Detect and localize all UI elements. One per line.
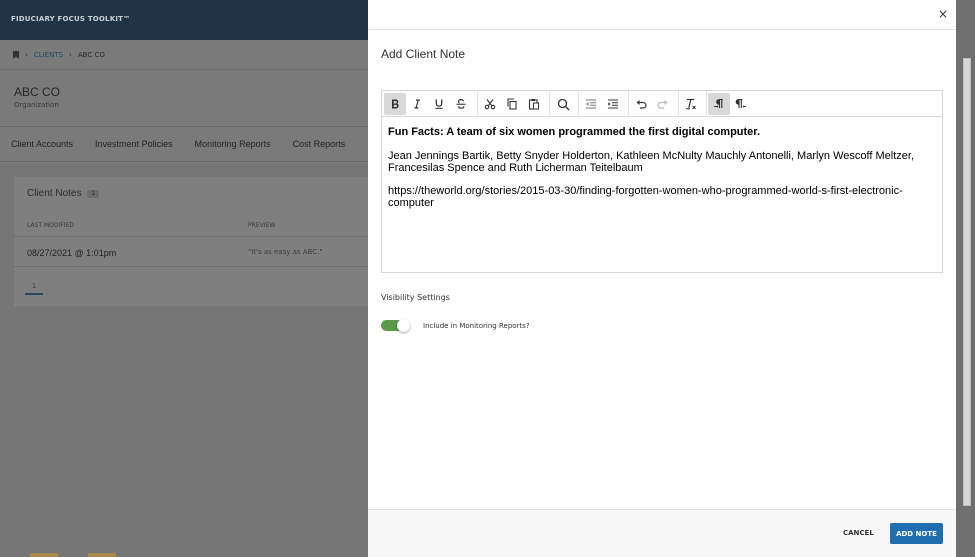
note-link: https://theworld.org/stories/2015-03-30/…	[388, 185, 903, 209]
outdent-icon[interactable]	[580, 93, 602, 115]
table-header: LAST MODIFIED PREVIEW	[14, 213, 368, 237]
table-row[interactable]: 08/27/2021 @ 1:01pm "It's as easy as ABC…	[14, 237, 368, 267]
pagination-page[interactable]: 1	[25, 278, 43, 295]
modal-title: Add Client Note	[381, 47, 466, 61]
chevron-right-icon: ›	[25, 51, 28, 59]
toggle-knob	[397, 319, 410, 332]
ltr-icon[interactable]	[708, 93, 730, 115]
organization-name: ABC CO	[14, 85, 61, 99]
chevron-right-icon: ›	[69, 51, 72, 59]
rich-text-editor: Fun Facts: A team of six women programme…	[381, 90, 943, 273]
underline-icon[interactable]	[428, 93, 450, 115]
note-names: Jean Jennings Bartik, Betty Snyder Holde…	[388, 150, 915, 174]
row-last-modified: 08/27/2021 @ 1:01pm	[27, 248, 117, 258]
visibility-settings-label: Visibility Settings	[381, 293, 450, 302]
strikethrough-icon[interactable]	[450, 93, 472, 115]
row-preview: "It's as easy as ABC."	[248, 248, 323, 256]
breadcrumb-current: ABC CO	[77, 51, 105, 59]
redo-icon[interactable]	[652, 93, 674, 115]
toolbar-separator	[628, 91, 629, 117]
italic-icon[interactable]	[406, 93, 428, 115]
organization-type: Organization	[14, 101, 59, 109]
tab-client-accounts[interactable]: Client Accounts	[0, 139, 84, 149]
note-heading: Fun Facts: A team of six women programme…	[388, 126, 761, 138]
decorative-stripe	[30, 553, 58, 557]
paste-icon[interactable]	[523, 93, 545, 115]
client-notes-title: Client Notes 1	[27, 188, 99, 199]
toolbar-separator	[706, 91, 707, 117]
close-button[interactable]: ×	[937, 8, 949, 20]
bold-icon[interactable]	[384, 93, 406, 115]
toolbar-separator	[549, 91, 550, 117]
tab-investment-policies[interactable]: Investment Policies	[84, 139, 184, 149]
toolbar-separator	[477, 91, 478, 117]
tab-monitoring-reports[interactable]: Monitoring Reports	[184, 139, 282, 149]
modal-footer: CANCEL ADD NOTE	[368, 509, 956, 557]
indent-icon[interactable]	[602, 93, 624, 115]
modal-header: ×	[368, 0, 956, 30]
organization-header: ABC CO Organization	[0, 70, 368, 125]
toggle-label: Include in Monitoring Reports?	[423, 322, 530, 330]
toolbar-separator	[678, 91, 679, 117]
editor-content[interactable]: Fun Facts: A team of six women programme…	[382, 118, 942, 272]
undo-icon[interactable]	[630, 93, 652, 115]
add-client-note-modal: × Add Client Note Fun Facts: A team of s…	[368, 0, 956, 557]
editor-toolbar	[382, 91, 942, 117]
decorative-stripe	[88, 553, 116, 557]
cut-icon[interactable]	[479, 93, 501, 115]
client-notes-heading: Client Notes	[27, 188, 82, 199]
scrollbar[interactable]	[963, 58, 971, 506]
client-tabs: Client Accounts Investment Policies Moni…	[0, 126, 368, 162]
column-preview[interactable]: PREVIEW	[248, 222, 275, 229]
breadcrumb-clients-link[interactable]: CLIENTS	[34, 51, 63, 59]
search-icon[interactable]	[552, 93, 574, 115]
notes-count-badge: 1	[87, 189, 99, 198]
client-notes-card: Client Notes 1 LAST MODIFIED PREVIEW 08/…	[14, 177, 368, 306]
bookmark-icon[interactable]	[13, 51, 19, 59]
monitoring-reports-toggle[interactable]	[381, 319, 410, 332]
clear-formatting-icon[interactable]	[680, 93, 702, 115]
cancel-button[interactable]: CANCEL	[843, 529, 874, 537]
rtl-icon[interactable]	[730, 93, 752, 115]
column-last-modified[interactable]: LAST MODIFIED	[27, 222, 74, 229]
breadcrumb-bar: › CLIENTS › ABC CO	[0, 40, 368, 70]
tab-cost-reports[interactable]: Cost Reports	[282, 139, 357, 149]
add-note-button[interactable]: ADD NOTE	[890, 523, 943, 544]
copy-icon[interactable]	[501, 93, 523, 115]
toolbar-separator	[578, 91, 579, 117]
breadcrumb: › CLIENTS › ABC CO	[13, 51, 105, 59]
app-brand: FIDUCIARY FOCUS TOOLKIT™	[11, 15, 131, 23]
